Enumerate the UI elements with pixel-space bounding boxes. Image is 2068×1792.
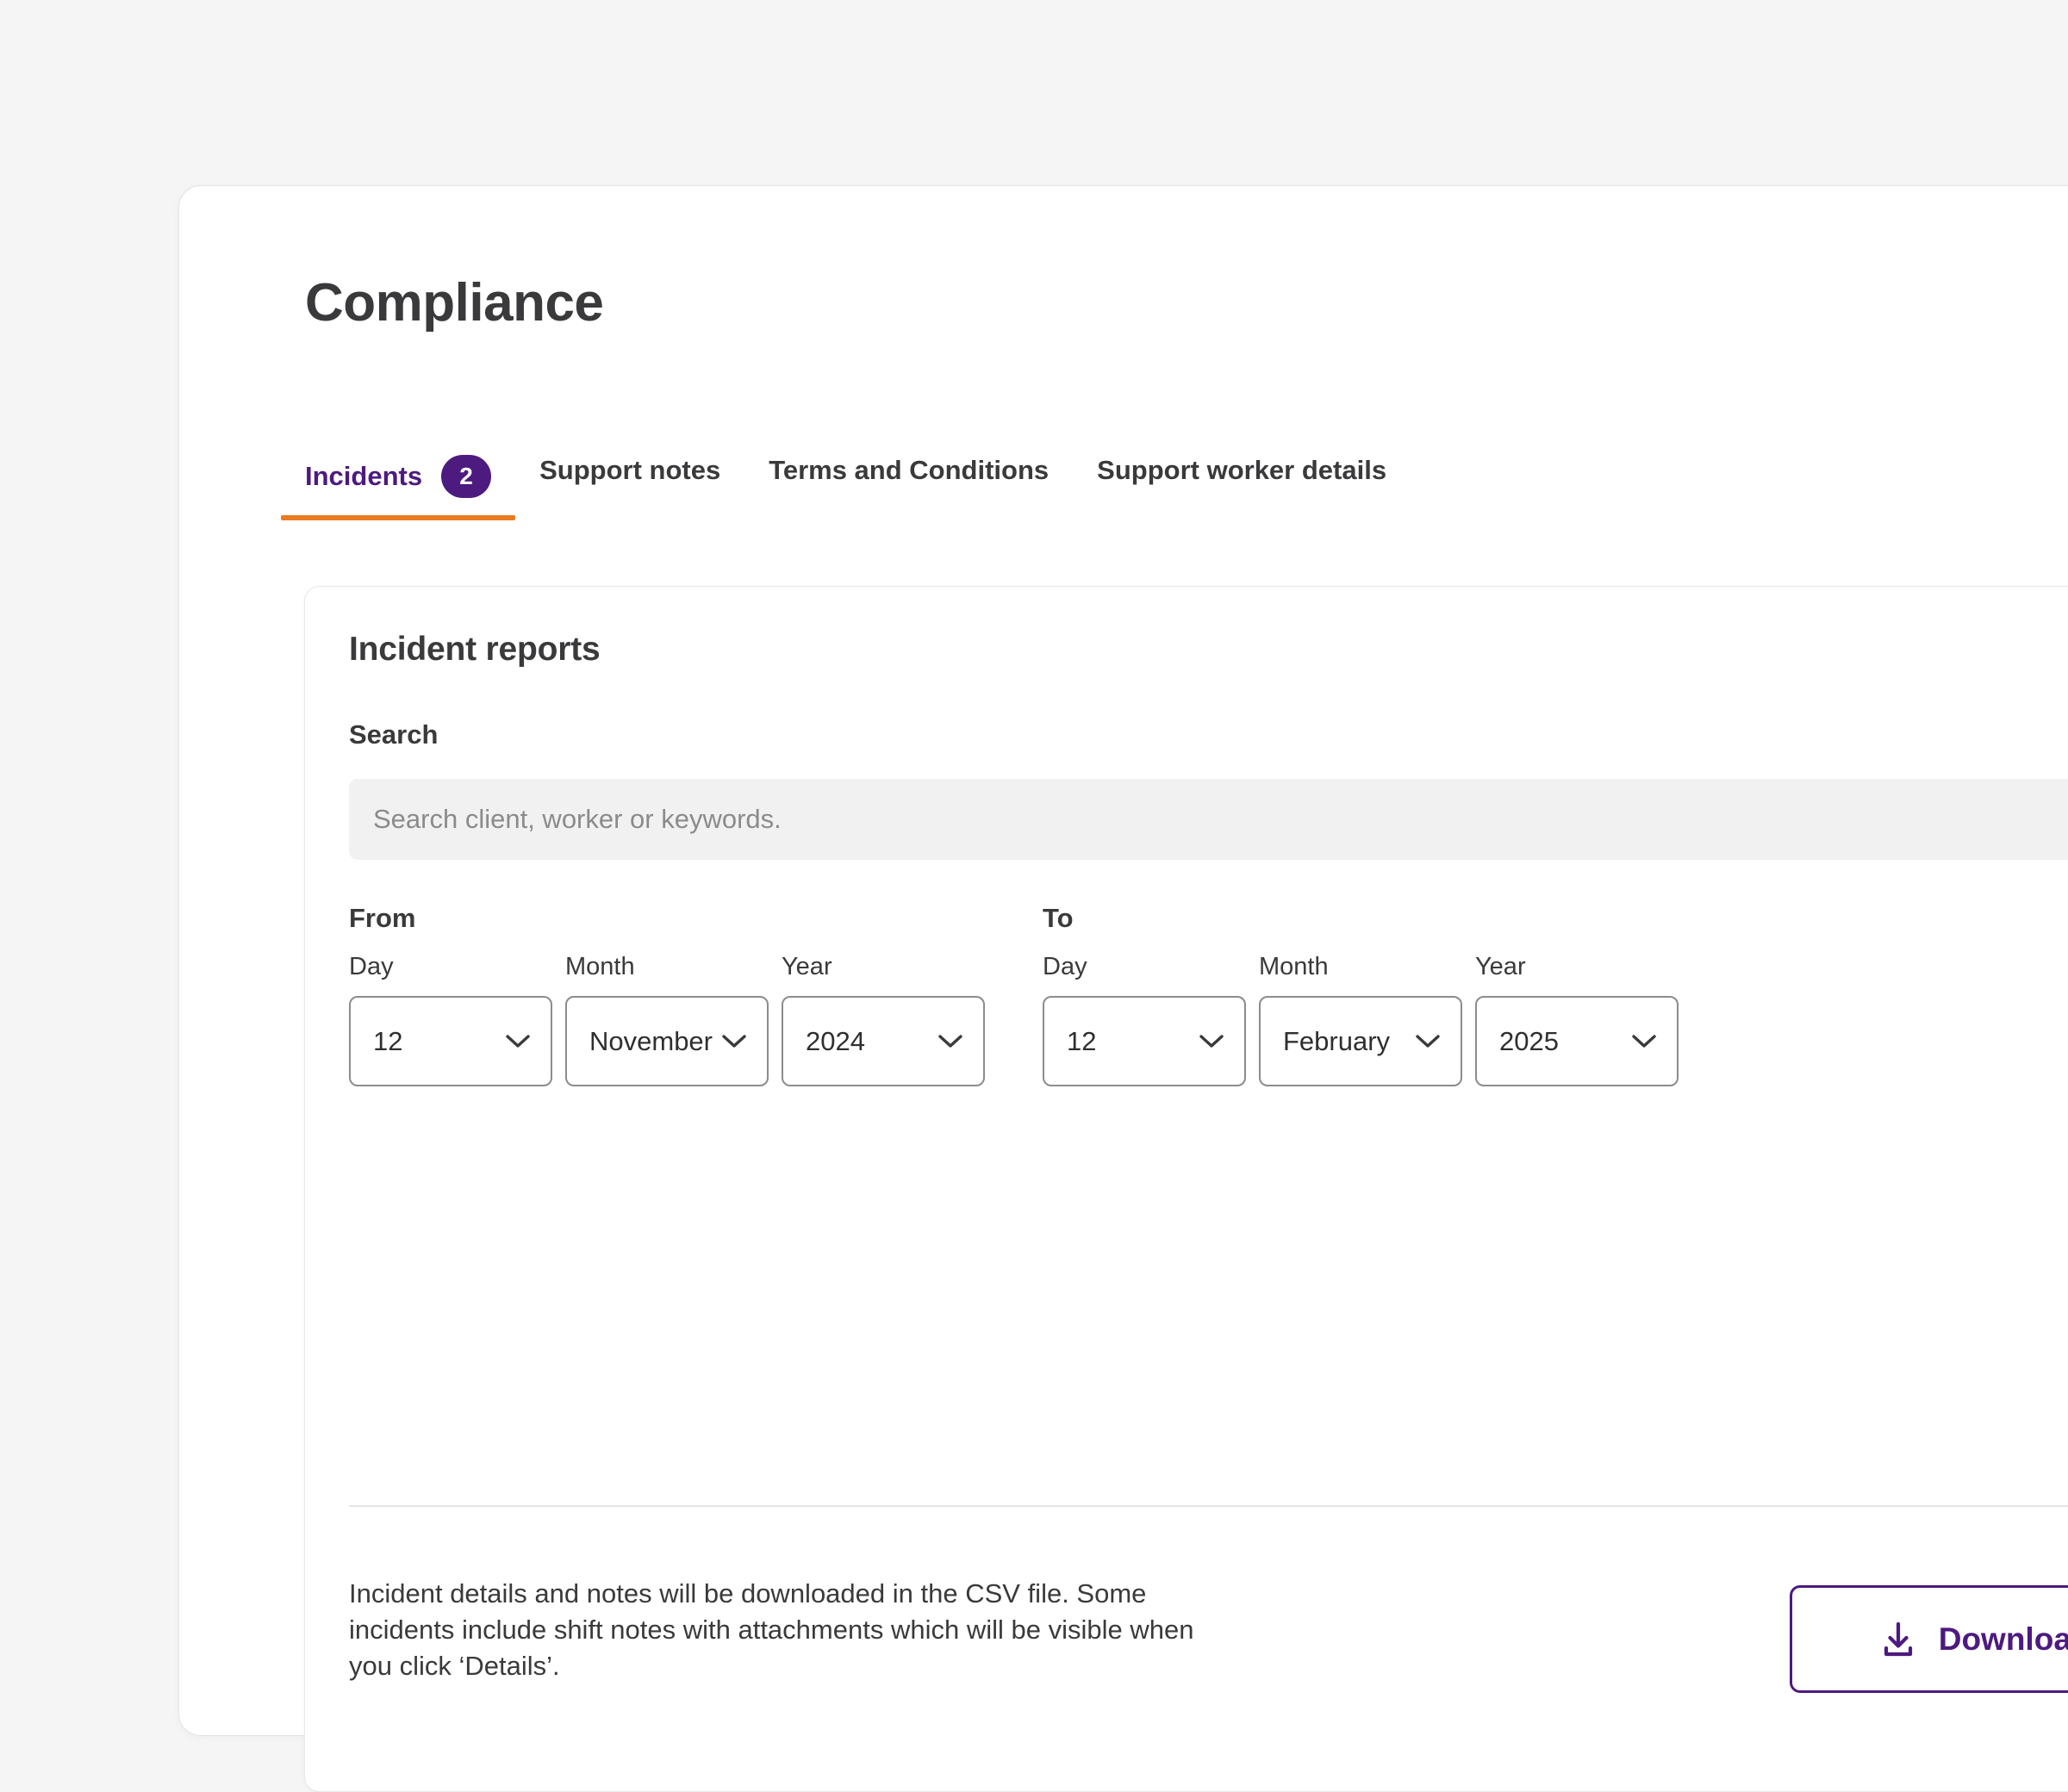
chevron-down-icon xyxy=(722,1034,746,1048)
from-year-label: Year xyxy=(782,953,832,980)
chevron-down-icon xyxy=(506,1034,530,1048)
to-day-select[interactable]: 12 xyxy=(1043,996,1246,1086)
chevron-down-icon xyxy=(938,1034,962,1048)
download-reports-label: Download reports xyxy=(1938,1621,2068,1657)
to-day-value: 12 xyxy=(1067,1025,1097,1056)
tab-bar: Incidents 2 Support notes Terms and Cond… xyxy=(281,455,1386,520)
from-month-select[interactable]: November xyxy=(565,996,769,1086)
to-month-value: February xyxy=(1283,1025,1391,1056)
tab-terms-and-conditions-label: Terms and Conditions xyxy=(769,455,1050,485)
incident-reports-panel: Incident reports Search From Day 12 xyxy=(304,586,2068,1792)
tab-terms-and-conditions[interactable]: Terms and Conditions xyxy=(769,455,1049,508)
to-year-select[interactable]: 2025 xyxy=(1475,996,1679,1086)
section-divider xyxy=(349,1505,2068,1507)
tab-support-notes-label: Support notes xyxy=(539,455,721,485)
from-day-field: Day 12 xyxy=(349,953,552,1086)
to-month-label: Month xyxy=(1259,953,1329,980)
from-year-select[interactable]: 2024 xyxy=(782,996,985,1086)
from-year-value: 2024 xyxy=(806,1025,865,1056)
to-day-label: Day xyxy=(1043,953,1087,980)
compliance-page-card: Compliance Incidents 2 Support notes Ter… xyxy=(178,185,2068,1792)
search-input[interactable] xyxy=(349,779,2068,860)
from-day-value: 12 xyxy=(373,1025,403,1056)
from-day-label: Day xyxy=(349,953,394,980)
to-year-field: Year 2025 xyxy=(1475,953,1679,1086)
from-month-field: Month November xyxy=(565,953,769,1086)
chevron-down-icon xyxy=(1632,1034,1656,1048)
tab-incidents-badge: 2 xyxy=(441,455,492,498)
search-label: Search xyxy=(349,719,439,750)
tab-support-worker-details-label: Support worker details xyxy=(1097,455,1387,485)
to-month-select[interactable]: February xyxy=(1259,996,1462,1086)
tab-incidents-label: Incidents xyxy=(305,461,423,491)
from-month-label: Month xyxy=(565,953,635,980)
tab-incidents[interactable]: Incidents 2 xyxy=(281,455,516,520)
to-day-field: Day 12 xyxy=(1043,953,1246,1086)
from-heading: From xyxy=(349,903,416,933)
date-range-to: To Day 12 Month February Year 2025 xyxy=(1043,903,1679,1086)
to-month-field: Month February xyxy=(1259,953,1462,1086)
to-year-value: 2025 xyxy=(1499,1025,1559,1056)
chevron-down-icon xyxy=(1199,1034,1224,1048)
from-month-value: November xyxy=(589,1025,713,1056)
download-icon xyxy=(1878,1620,1918,1659)
panel-title: Incident reports xyxy=(349,631,601,668)
date-range-from: From Day 12 Month November Year 2024 xyxy=(349,903,985,1086)
from-day-select[interactable]: 12 xyxy=(349,996,552,1086)
to-heading: To xyxy=(1043,903,1074,933)
chevron-down-icon xyxy=(1416,1034,1440,1048)
download-note: Incident details and notes will be downl… xyxy=(349,1578,1194,1681)
tab-support-worker-details[interactable]: Support worker details xyxy=(1097,455,1386,508)
from-year-field: Year 2024 xyxy=(782,953,985,1086)
download-reports-button[interactable]: Download reports xyxy=(1790,1585,2068,1693)
tab-support-notes[interactable]: Support notes xyxy=(539,455,720,508)
to-year-label: Year xyxy=(1475,953,1526,980)
page-title: Compliance xyxy=(305,273,604,333)
